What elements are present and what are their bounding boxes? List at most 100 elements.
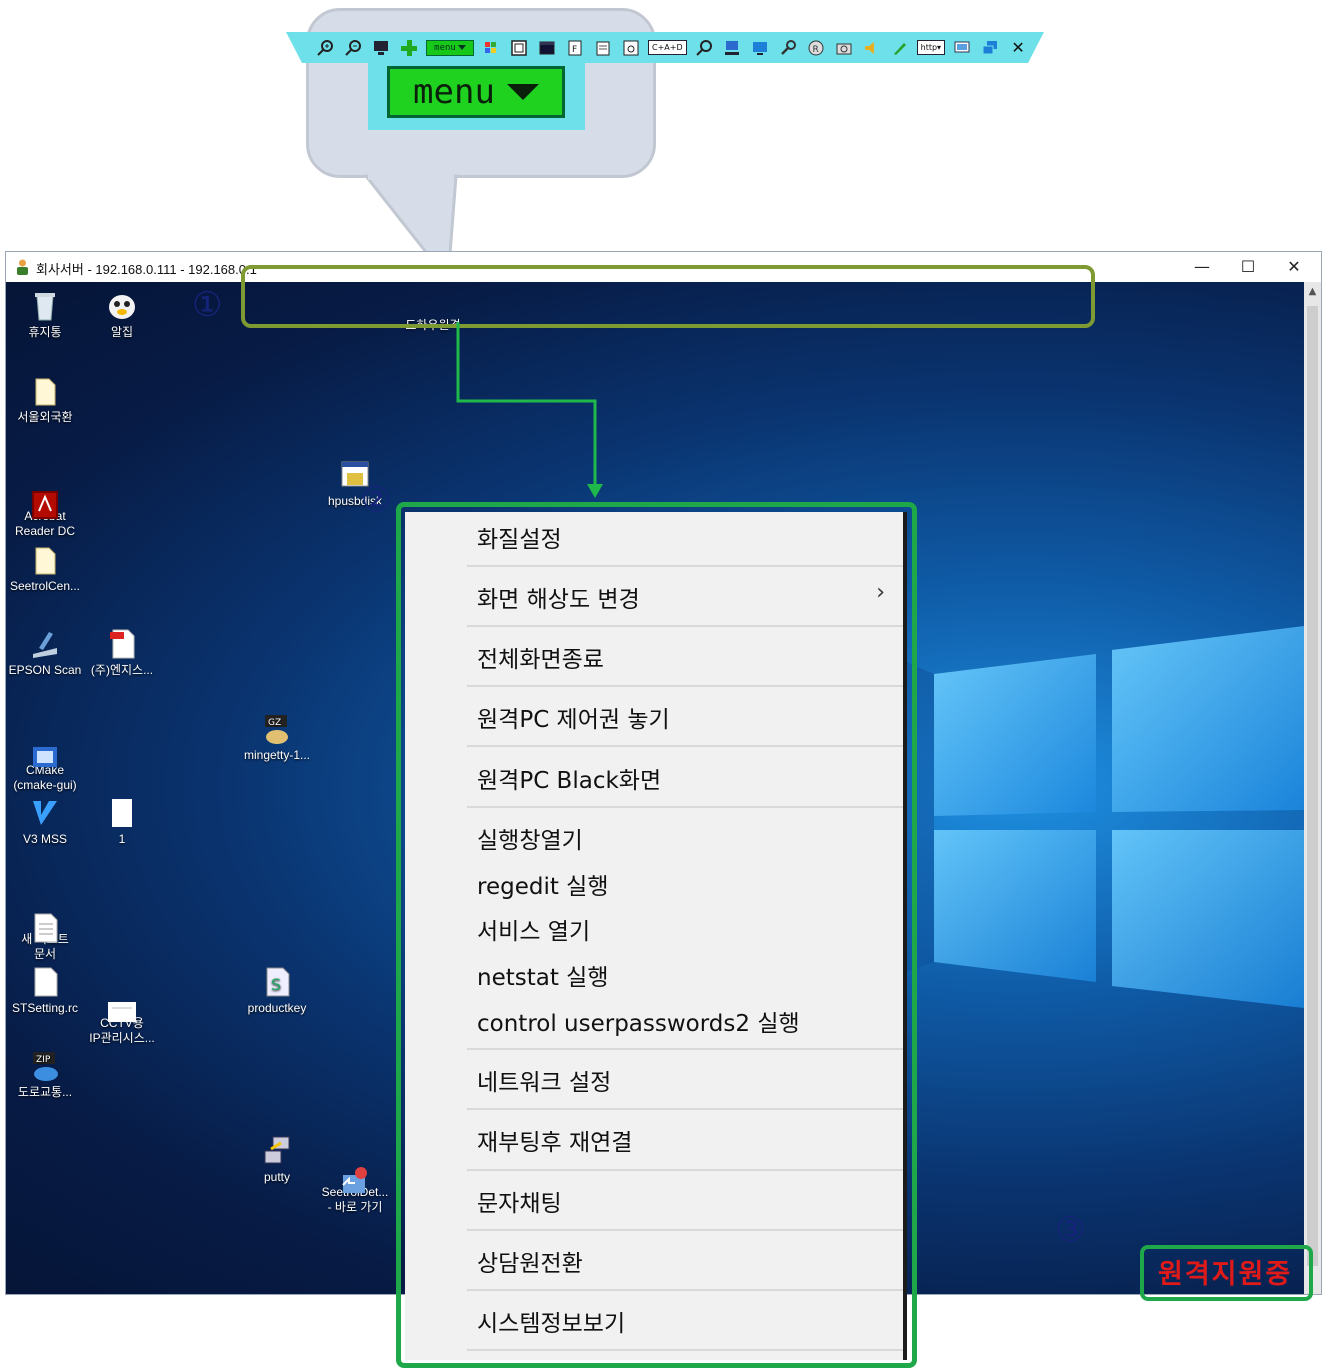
screen-share-icon[interactable]: [749, 37, 771, 59]
menu-item-regedit[interactable]: regedit 실행: [477, 867, 609, 901]
pen-icon[interactable]: [889, 37, 911, 59]
desktop-icon-acrobat[interactable]: Acrobat Reader DC: [6, 459, 84, 539]
icon-label: putty: [263, 1170, 290, 1184]
menu-separator: [467, 685, 903, 687]
desktop-icon-recycle-bin[interactable]: 휴지통: [6, 290, 84, 340]
menu-item-exit-fullscreen[interactable]: 전체화면종료: [477, 640, 604, 674]
command-prompt-icon[interactable]: [536, 37, 558, 59]
menu-item-netstat[interactable]: netstat 실행: [477, 958, 609, 992]
icon-label: mingetty-1...: [243, 748, 311, 762]
scroll-up-icon[interactable]: ▲: [1304, 286, 1321, 297]
shortcut-icon: [339, 1150, 371, 1193]
maximize-button[interactable]: ☐: [1233, 256, 1263, 278]
minimize-button[interactable]: —: [1187, 256, 1217, 278]
ctrl-alt-del-button[interactable]: C+A+D: [648, 40, 687, 55]
desktop-icon-productkey[interactable]: S productkey: [238, 966, 316, 1016]
wrench-icon[interactable]: [777, 37, 799, 59]
menu-item-reboot-reconnect[interactable]: 재부팅후 재연결: [477, 1123, 632, 1157]
desktop-icon-road[interactable]: ZIP 도로교통...: [6, 1050, 84, 1100]
remote-pc-icon[interactable]: [721, 37, 743, 59]
dropdown-triangle-icon: [506, 84, 539, 100]
speaker-icon[interactable]: [861, 37, 883, 59]
menu-separator: [467, 1169, 903, 1171]
cmake-icon: [29, 728, 61, 767]
toolbar-close-icon[interactable]: ✕: [1007, 37, 1029, 59]
desktop-icon-putty[interactable]: putty: [238, 1135, 316, 1185]
annotation-number-2: ②: [361, 480, 392, 520]
menu-item-system-info[interactable]: 시스템정보보기: [477, 1304, 625, 1338]
text-file-icon: [29, 897, 61, 943]
alzip-icon: [106, 290, 138, 322]
camera-icon[interactable]: [833, 37, 855, 59]
http-label: http: [920, 43, 938, 52]
http-dropdown-button[interactable]: http▾: [916, 40, 946, 55]
multi-window-icon[interactable]: [979, 37, 1001, 59]
script-icon: S: [261, 966, 293, 998]
menu-item-resolution[interactable]: 화면 해상도 변경: [477, 580, 640, 614]
file-icon: [29, 966, 61, 998]
svg-text:F: F: [572, 45, 577, 55]
menu-item-network-settings[interactable]: 네트워크 설정: [477, 1063, 611, 1097]
menu-item-agent-switch[interactable]: 상담원전환: [477, 1244, 583, 1278]
toolbar-highlight-box: [241, 265, 1095, 328]
user-icon: [17, 259, 28, 275]
record-icon[interactable]: R: [805, 37, 827, 59]
folder-icon: [29, 544, 61, 576]
desktop-icon-seoul[interactable]: 서울외국환: [6, 375, 84, 425]
scanner-icon: [29, 628, 61, 660]
monitor-icon[interactable]: [370, 37, 392, 59]
desktop-icon-mingetty[interactable]: GZ mingetty-1...: [238, 713, 316, 763]
svg-text:S: S: [271, 975, 281, 994]
desktop-icon-new-text[interactable]: 새 텍스트 문서: [6, 882, 84, 962]
desktop-icon-seetrolcenter[interactable]: SeetrolCen...: [6, 544, 84, 594]
zoom-in-icon[interactable]: [314, 37, 336, 59]
icon-label: 도로교통...: [17, 1085, 73, 1099]
desktop-icon-seetroldet[interactable]: SeetrolDet... - 바로 가기: [316, 1135, 394, 1215]
desktop-icon-cmake[interactable]: CMake (cmake-gui): [6, 713, 84, 793]
menu-separator: [467, 1048, 903, 1050]
v3-icon: [29, 797, 61, 829]
display-settings-icon[interactable]: [951, 37, 973, 59]
menu-item-text-chat[interactable]: 문자채팅: [477, 1184, 562, 1218]
vertical-scrollbar[interactable]: ▲: [1304, 282, 1321, 1294]
menu-separator: [467, 1229, 903, 1231]
network-search-icon[interactable]: [693, 37, 715, 59]
callout-menu-button: menu: [387, 66, 565, 118]
menu-item-services[interactable]: 서비스 열기: [477, 912, 590, 946]
desktop-icon-alzip[interactable]: 알집: [83, 290, 161, 340]
desktop-icon-cctv[interactable]: CCTV용 IP관리시스...: [83, 966, 161, 1046]
callout-menu-label: menu: [413, 72, 495, 112]
windows-flag-icon[interactable]: [480, 37, 502, 59]
window-frame-icon[interactable]: [508, 37, 530, 59]
menu-item-black-screen[interactable]: 원격PC Black화면: [477, 761, 661, 795]
plus-icon[interactable]: [398, 37, 420, 59]
menu-item-run-dialog[interactable]: 실행창열기: [477, 821, 583, 855]
svg-text:GZ: GZ: [268, 718, 281, 728]
blank-file-icon: [106, 797, 138, 829]
menu-separator: [467, 1289, 903, 1291]
menu-item-release-control[interactable]: 원격PC 제어권 놓기: [477, 700, 670, 734]
annotation-number-1: ①: [192, 285, 223, 325]
desktop-icon-stsetting[interactable]: STSetting.rc: [6, 966, 84, 1016]
toolbar-menu-button[interactable]: menu: [426, 39, 474, 56]
putty-icon: [261, 1135, 293, 1167]
icon-label: EPSON Scan: [8, 663, 82, 677]
desktop-icon-1[interactable]: 1: [83, 797, 161, 847]
svg-text:R: R: [812, 45, 818, 55]
search-window-icon[interactable]: [620, 37, 642, 59]
desktop-icon-epson[interactable]: EPSON Scan: [6, 628, 84, 678]
clipboard-icon[interactable]: [592, 37, 614, 59]
menu-item-quality[interactable]: 화질설정: [477, 520, 562, 554]
zoom-out-icon[interactable]: [342, 37, 364, 59]
recycle-bin-icon: [29, 290, 61, 322]
scrollbar-thumb[interactable]: [1307, 306, 1318, 1266]
menu-item-userpasswords[interactable]: control userpasswords2 실행: [477, 1004, 800, 1038]
zip-icon: ZIP: [29, 1050, 61, 1082]
desktop-icon-engis[interactable]: (주)엔지스...: [83, 628, 161, 678]
icon-label: 1: [118, 832, 126, 846]
close-window-button[interactable]: ✕: [1279, 256, 1309, 278]
file-transfer-icon[interactable]: F: [564, 37, 586, 59]
desktop-icon-v3[interactable]: V3 MSS: [6, 797, 84, 847]
remote-support-status: 원격지원중: [1158, 1259, 1293, 1290]
menu-separator: [467, 1108, 903, 1110]
